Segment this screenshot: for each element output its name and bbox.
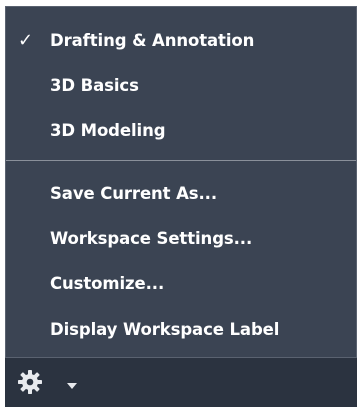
- checkmark-icon: ✓: [18, 29, 33, 51]
- statusbar: [5, 358, 357, 407]
- menu-item-save-current-as[interactable]: Save Current As...: [6, 171, 356, 215]
- menu-item-display-workspace-label[interactable]: Display Workspace Label: [6, 307, 356, 351]
- menu-item-label: Display Workspace Label: [50, 319, 280, 339]
- menu-divider: [6, 160, 356, 161]
- menu-item-label: Workspace Settings...: [50, 228, 253, 248]
- menu-item-label: Customize...: [50, 273, 165, 293]
- workspace-switching-menu: ✓ Drafting & Annotation 3D Basics 3D Mod…: [5, 6, 357, 358]
- workspace-dropdown-button[interactable]: [67, 377, 77, 389]
- menu-item-workspace-settings[interactable]: Workspace Settings...: [6, 216, 356, 260]
- menu-item-label: 3D Modeling: [50, 120, 166, 140]
- menu-item-3d-basics[interactable]: 3D Basics: [6, 63, 356, 107]
- menu-item-3d-modeling[interactable]: 3D Modeling: [6, 108, 356, 152]
- gear-icon: [18, 370, 42, 394]
- menu-item-label: 3D Basics: [50, 75, 139, 95]
- menu-item-drafting-annotation[interactable]: ✓ Drafting & Annotation: [6, 18, 356, 62]
- menu-item-customize[interactable]: Customize...: [6, 261, 356, 305]
- menu-item-label: Save Current As...: [50, 183, 218, 203]
- workspace-switching-button[interactable]: [17, 369, 43, 395]
- menu-item-label: Drafting & Annotation: [50, 30, 255, 50]
- chevron-down-icon: [67, 383, 77, 389]
